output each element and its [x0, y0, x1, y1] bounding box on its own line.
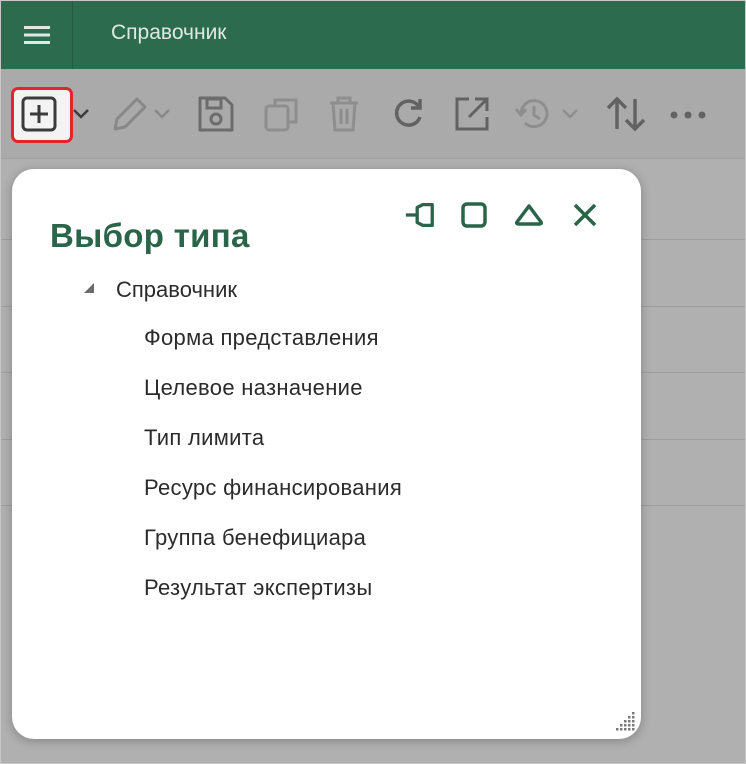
app-window: Справочник Выбор типа Справочник Форма п… [0, 0, 746, 764]
refresh-icon [394, 99, 422, 127]
more-dots-icon [670, 111, 706, 119]
delete-button[interactable] [323, 93, 365, 135]
top-bar: Справочник [1, 1, 745, 69]
add-square-icon [21, 96, 57, 132]
tree-item[interactable]: Тип лимита [144, 425, 402, 475]
pencil-icon [113, 97, 170, 131]
tree-item[interactable]: Группа бенефициара [144, 525, 402, 575]
tree-item[interactable]: Результат экспертизы [144, 575, 402, 625]
resize-grip[interactable] [611, 709, 637, 735]
close-icon [573, 203, 597, 227]
dialog-title: Выбор типа [50, 217, 250, 254]
hamburger-menu-button[interactable] [1, 1, 73, 69]
sort-arrows-icon [606, 96, 646, 132]
history-icon [514, 99, 578, 129]
trash-icon [330, 96, 358, 132]
tree-item[interactable]: Форма представления [144, 325, 402, 375]
chevron-down-icon [73, 109, 89, 119]
sort-button[interactable] [603, 93, 649, 135]
edit-button[interactable] [109, 93, 179, 135]
maximize-icon [461, 202, 487, 228]
add-button[interactable] [11, 87, 73, 143]
pin-button[interactable] [404, 199, 436, 231]
open-external-button[interactable] [451, 93, 493, 135]
tree-children: Форма представления Целевое назначение Т… [144, 325, 402, 625]
collapse-icon [515, 204, 543, 226]
history-button[interactable] [513, 93, 585, 135]
external-link-icon [455, 97, 489, 131]
close-button[interactable] [569, 199, 601, 231]
resize-grip-icon [616, 712, 635, 731]
tree-root-label: Справочник [116, 277, 237, 302]
floppy-icon [198, 96, 234, 132]
collapse-button[interactable] [513, 199, 545, 231]
pin-icon [405, 202, 434, 227]
page-title: Справочник [111, 21, 227, 44]
hamburger-icon [23, 26, 50, 44]
refresh-button[interactable] [387, 93, 429, 135]
copy-button[interactable] [261, 93, 303, 135]
copy-icon [264, 98, 298, 132]
maximize-button[interactable] [458, 199, 490, 231]
tree-item[interactable]: Ресурс финансирования [144, 475, 402, 525]
type-select-dialog: Выбор типа Справочник Форма представлени… [12, 169, 641, 739]
more-button[interactable] [667, 93, 709, 135]
tree-root-node[interactable]: Справочник [84, 277, 237, 303]
expand-triangle-icon[interactable] [84, 283, 94, 293]
add-dropdown-chevron[interactable] [71, 93, 91, 135]
tree-item[interactable]: Целевое назначение [144, 375, 402, 425]
save-button[interactable] [195, 93, 237, 135]
